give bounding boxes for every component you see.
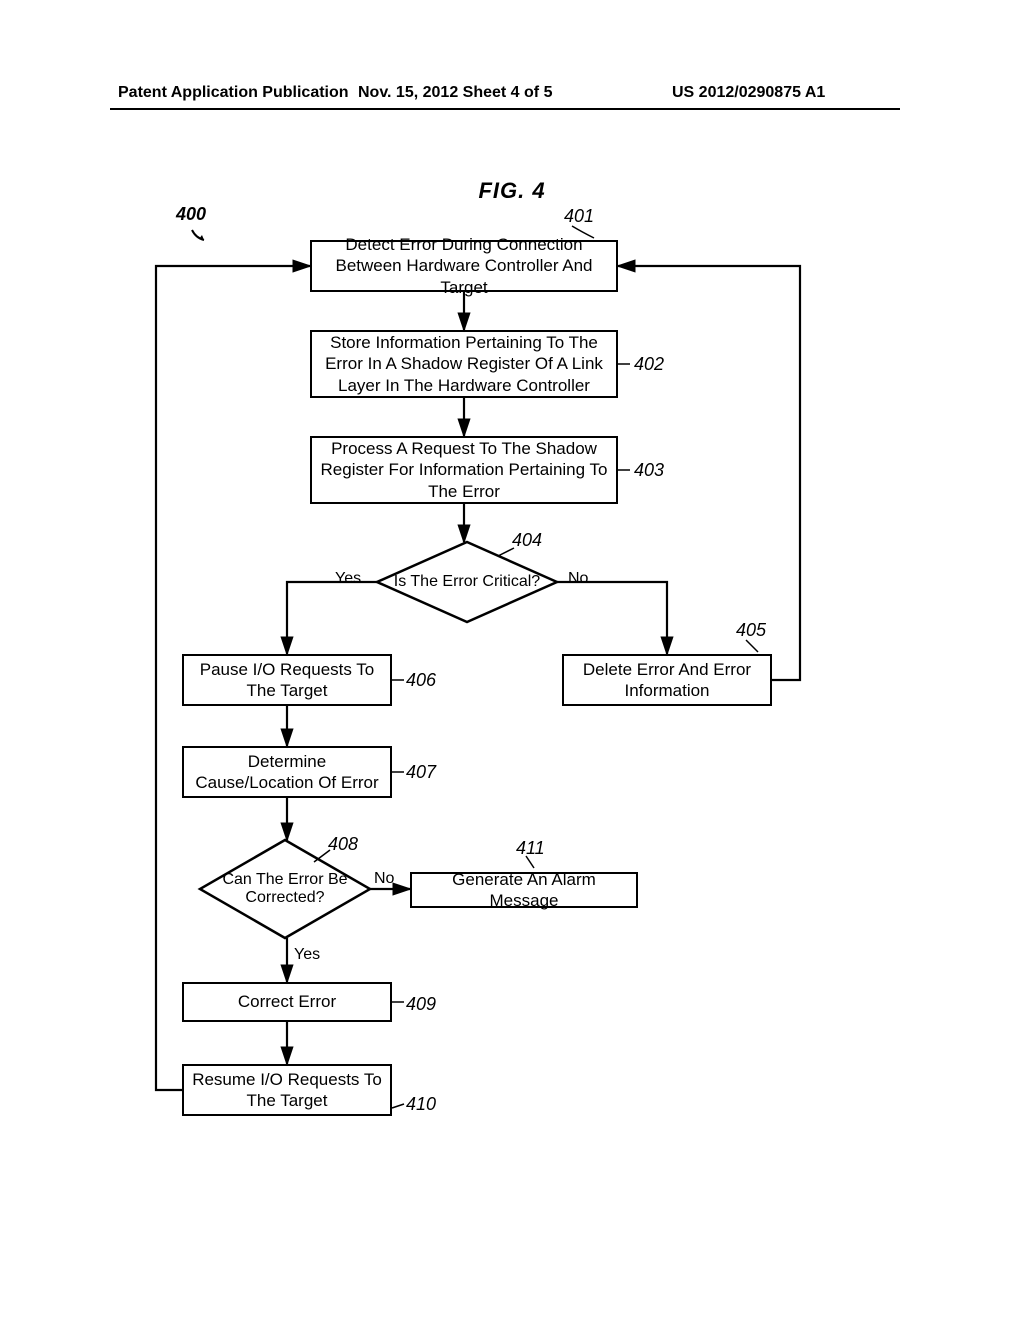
step-detect-error: Detect Error During Connection Between H… [310,240,618,292]
ref-400-arrow-icon [190,228,208,244]
step-generate-alarm: Generate An Alarm Message [410,872,638,908]
step-delete-error: Delete Error And Error Information [562,654,772,706]
ref-404: 404 [512,530,542,551]
figure-title: FIG. 4 [0,178,1024,204]
ref-409: 409 [406,994,436,1015]
step-store-info: Store Information Pertaining To The Erro… [310,330,618,398]
header-docnum: US 2012/0290875 A1 [672,84,825,102]
page: Patent Application Publication Nov. 15, … [0,0,1024,1320]
step-determine-cause: Determine Cause/Location Of Error [182,746,392,798]
ref-410: 410 [406,1094,436,1115]
ref-411: 411 [516,838,545,859]
ref-407: 407 [406,762,436,783]
edge-no-408: No [374,870,394,888]
ref-401: 401 [564,206,594,227]
header-publication: Patent Application Publication [118,84,349,102]
ref-400: 400 [176,204,206,225]
ref-402: 402 [634,354,664,375]
ref-408: 408 [328,834,358,855]
edge-no-404: No [568,570,588,588]
step-process-request: Process A Request To The Shadow Register… [310,436,618,504]
ref-403: 403 [634,460,664,481]
edge-yes-404: Yes [335,570,361,588]
step-pause-io: Pause I/O Requests To The Target [182,654,392,706]
ref-405: 405 [736,620,766,641]
edge-yes-408: Yes [294,946,320,964]
step-correct-error: Correct Error [182,982,392,1022]
header-rule [110,108,900,110]
step-resume-io: Resume I/O Requests To The Target [182,1064,392,1116]
header-date-sheet: Nov. 15, 2012 Sheet 4 of 5 [358,84,552,102]
ref-406: 406 [406,670,436,691]
decision-is-critical-label: Is The Error Critical? [377,542,557,622]
